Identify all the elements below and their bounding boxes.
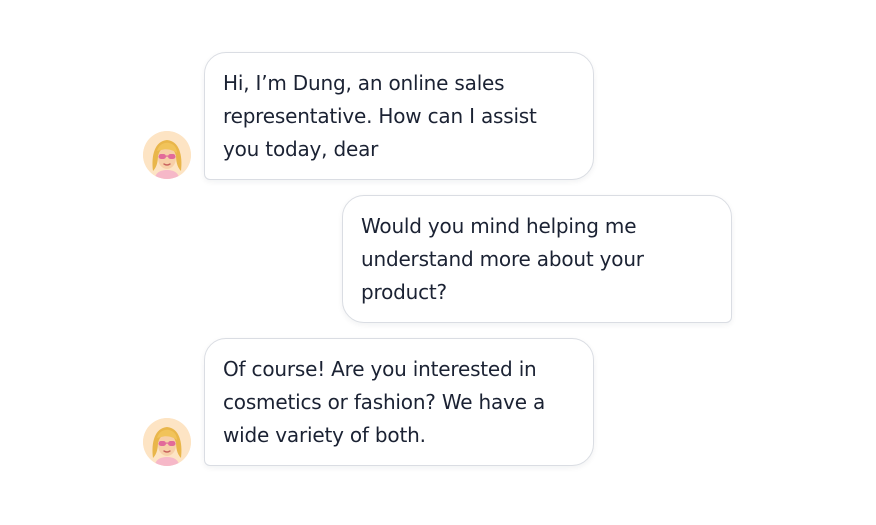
blonde-woman-sunglasses-icon bbox=[143, 418, 191, 466]
message-text: Hi, I’m Dung, an online sales representa… bbox=[223, 71, 537, 161]
agent-avatar bbox=[143, 131, 191, 179]
message-text: Would you mind helping me understand mor… bbox=[361, 214, 644, 304]
message-text: Of course! Are you interested in cosmeti… bbox=[223, 357, 546, 447]
agent-message-bubble: Hi, I’m Dung, an online sales representa… bbox=[204, 52, 594, 180]
blonde-woman-sunglasses-icon bbox=[143, 131, 191, 179]
user-message-bubble: Would you mind helping me understand mor… bbox=[342, 195, 732, 323]
agent-avatar bbox=[143, 418, 191, 466]
agent-message-bubble: Of course! Are you interested in cosmeti… bbox=[204, 338, 594, 466]
